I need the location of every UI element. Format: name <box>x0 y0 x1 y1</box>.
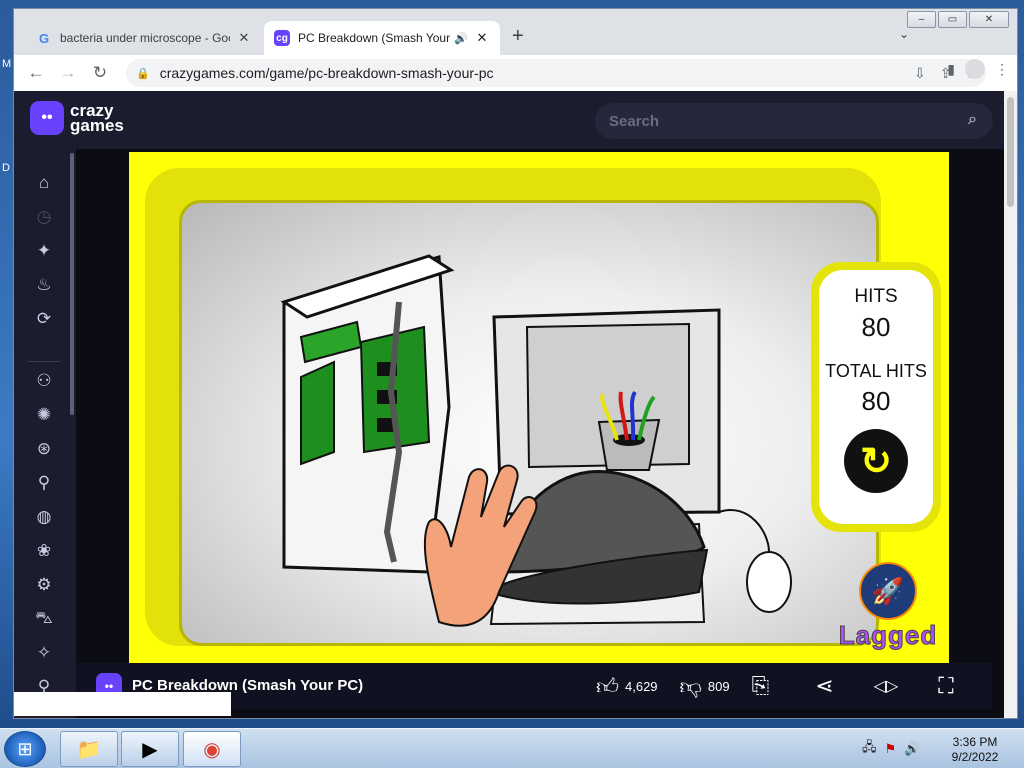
compass-icon[interactable]: ⊛ <box>32 437 56 461</box>
game-actions: 👍︎ 4,629 👎︎ 809 ⎘ ⋖ ◁▷ ⛶ <box>596 663 982 709</box>
tab-search-icon[interactable]: ⌄ <box>899 27 909 41</box>
hits-panel: HITS 80 TOTAL HITS 80 ↻ <box>811 262 941 532</box>
like-button[interactable]: 👍︎ 4,629 <box>596 673 658 700</box>
dislike-count: 809 <box>707 678 730 694</box>
explorer-taskbar-button[interactable]: 📁 <box>60 731 118 767</box>
lagged-text: Lagged <box>838 620 938 651</box>
desktop-icon-label: D <box>2 162 10 174</box>
refresh-icon[interactable]: ⟳ <box>32 307 56 331</box>
share-button[interactable]: ⋖ <box>815 673 839 699</box>
game-canvas[interactable]: HITS 80 TOTAL HITS 80 ↻ 🚀 Lagged <box>129 152 949 663</box>
url-text: crazygames.com/game/pc-breakdown-smash-y… <box>159 65 494 81</box>
profile-avatar[interactable] <box>965 59 985 79</box>
forward-icon[interactable]: → <box>52 57 84 89</box>
side-panel-icon[interactable]: ▮ <box>947 61 955 78</box>
back-icon[interactable]: ← <box>20 57 52 89</box>
install-icon[interactable]: ⇩ <box>914 65 926 82</box>
crazygames-icon: cg <box>274 30 290 46</box>
media-player-icon: ▶ <box>142 738 158 761</box>
mobile-link-button[interactable]: ⎘ <box>752 673 776 699</box>
dislike-button[interactable]: 👎︎ 809 <box>680 673 730 700</box>
sidebar-scrollbar[interactable] <box>70 153 74 415</box>
lagged-logo[interactable]: 🚀 Lagged <box>829 562 947 651</box>
volume-icon[interactable]: 🔊 <box>904 741 920 757</box>
google-icon: G <box>38 30 50 46</box>
action-center-flag-icon[interactable]: ⚑ <box>885 741 897 757</box>
clock-time: 3:36 PM <box>952 735 998 749</box>
chrome-taskbar-button[interactable]: ◉ <box>183 731 241 767</box>
tab-google-search[interactable]: G bacteria under microscope - Goo ✕ <box>26 21 262 55</box>
address-bar[interactable]: 🔒 crazygames.com/game/pc-breakdown-smash… <box>126 59 986 87</box>
window-controls: – ▭ ✕ <box>907 11 1009 28</box>
hits-label: HITS <box>854 286 898 307</box>
page-scrollbar[interactable] <box>1004 91 1017 718</box>
close-tab-icon[interactable]: ✕ <box>236 30 252 46</box>
crazygames-logo[interactable]: •• crazy games <box>30 101 124 135</box>
phone-link-icon: ⎘ <box>751 673 770 698</box>
reload-icon[interactable]: ↻ <box>84 57 116 89</box>
splash-icon[interactable]: ✺ <box>32 403 56 427</box>
taskbar: ⊞ 📁 ▶ ◉ 🖧 ⚑ 🔊 3:36 PM 9/2/2022 <box>0 728 1024 768</box>
users-icon[interactable]: ⚇ <box>32 369 56 393</box>
sparkle-icon[interactable]: ✦ <box>32 239 56 263</box>
network-icon[interactable]: 🖧 <box>862 738 877 760</box>
logo-text: crazy games <box>70 101 124 135</box>
thumbs-down-icon: 👎︎ <box>679 673 702 699</box>
start-button[interactable]: ⊞ <box>4 731 46 767</box>
browser-toolbar: ← → ↻ 🔒 crazygames.com/game/pc-breakdown… <box>14 55 1017 91</box>
maximize-button[interactable]: ▭ <box>938 11 967 28</box>
lock-icon: 🔒 <box>136 67 150 80</box>
flower-icon[interactable]: ❀ <box>32 539 56 563</box>
flame-icon[interactable]: ♨ <box>32 273 56 297</box>
thumbs-up-icon: 👍︎ <box>596 673 619 699</box>
fullscreen-button[interactable]: ⛶ <box>938 673 959 699</box>
new-tab-button[interactable]: + <box>512 25 524 48</box>
sidebar-divider <box>28 361 60 362</box>
search-icon[interactable]: ⌕ <box>968 111 977 129</box>
hits-panel-inner: HITS 80 TOTAL HITS 80 ↻ <box>819 270 933 524</box>
total-hits-value: 80 <box>861 386 891 416</box>
close-tab-icon[interactable]: ✕ <box>474 30 490 46</box>
tab-pc-breakdown[interactable]: cg PC Breakdown (Smash Your I 🔊 ✕ <box>264 21 500 55</box>
crazygames-page: •• crazy games Search ⌕ ⌂ ◷ ✦ ♨ ⟳ ⚇ ✺ ⊛ … <box>14 91 1006 718</box>
tab-title: PC Breakdown (Smash Your I <box>298 31 451 45</box>
hits-value: 80 <box>861 312 891 342</box>
home-icon[interactable]: ⌂ <box>32 171 56 195</box>
theater-mode-button[interactable]: ◁▷ <box>874 676 905 696</box>
car-icon[interactable]: ⛍ <box>32 607 56 631</box>
media-player-taskbar-button[interactable]: ▶ <box>121 731 179 767</box>
browser-window: G bacteria under microscope - Goo ✕ cg P… <box>13 8 1018 719</box>
scrollbar-thumb[interactable] <box>1007 97 1014 207</box>
status-overlay <box>14 692 231 716</box>
clock-date: 9/2/2022 <box>951 750 999 764</box>
rocket-icon: 🚀 <box>859 562 917 620</box>
search-input[interactable]: Search ⌕ <box>595 103 993 139</box>
basketball-icon[interactable]: ◍ <box>32 505 56 529</box>
search-placeholder: Search <box>609 112 660 130</box>
joystick-icon[interactable]: ⚲ <box>32 471 56 495</box>
tab-title: bacteria under microscope - Goo <box>60 31 230 45</box>
restart-icon[interactable]: ↻ <box>844 429 908 493</box>
wand-icon[interactable]: ✧ <box>32 641 56 665</box>
bike-icon[interactable]: ⚙ <box>32 573 56 597</box>
folder-icon: 📁 <box>76 738 102 761</box>
desktop-icon-label: M <box>2 58 12 70</box>
site-header: •• crazy games Search ⌕ <box>14 91 1006 149</box>
share-icon: ⋖ <box>815 673 834 698</box>
speaker-icon[interactable]: 🔊 <box>454 32 468 45</box>
sidebar: ⌂ ◷ ✦ ♨ ⟳ ⚇ ✺ ⊛ ⚲ ◍ ❀ ⚙ ⛍ ✧ ⚲ <box>14 149 76 718</box>
tab-strip: G bacteria under microscope - Goo ✕ cg P… <box>14 9 1017 55</box>
minimize-button[interactable]: – <box>907 11 936 28</box>
clock-icon[interactable]: ◷ <box>32 205 56 229</box>
menu-kebab-icon[interactable]: ⋮ <box>995 61 1009 78</box>
fullscreen-icon: ⛶ <box>938 673 954 698</box>
close-window-button[interactable]: ✕ <box>969 11 1009 28</box>
like-count: 4,629 <box>625 678 658 694</box>
system-tray: 🖧 ⚑ 🔊 <box>862 733 920 765</box>
taskbar-clock[interactable]: 3:36 PM 9/2/2022 <box>940 735 1010 765</box>
total-hits-label: TOTAL HITS <box>825 361 927 381</box>
theater-icon: ◁▷ <box>873 678 899 695</box>
logo-mascot-icon: •• <box>30 101 64 135</box>
chrome-icon: ◉ <box>203 738 221 761</box>
